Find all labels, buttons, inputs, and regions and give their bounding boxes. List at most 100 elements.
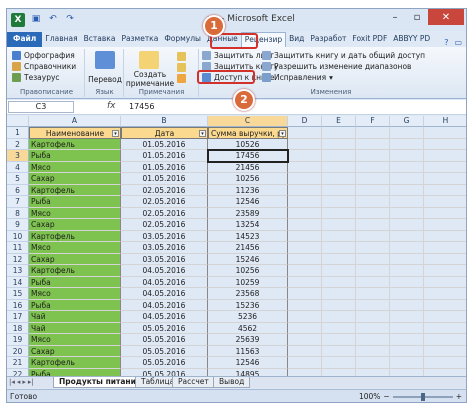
- sheet-tab-output[interactable]: Вывод: [213, 377, 251, 388]
- empty-cell[interactable]: [356, 127, 390, 139]
- empty-cell[interactable]: [356, 276, 390, 288]
- table-cell[interactable]: Рыба: [29, 276, 121, 288]
- formula-input[interactable]: 17456: [127, 101, 465, 113]
- table-cell[interactable]: Сахар: [29, 345, 121, 357]
- empty-cell[interactable]: [390, 265, 424, 277]
- tab-developer[interactable]: Разработ: [307, 32, 349, 47]
- empty-cell[interactable]: [322, 184, 356, 196]
- row-header-14[interactable]: 14: [7, 276, 29, 288]
- table-cell[interactable]: Чай: [29, 311, 121, 323]
- empty-cell[interactable]: [356, 230, 390, 242]
- row-header-18[interactable]: 18: [7, 322, 29, 334]
- empty-cell[interactable]: [288, 345, 322, 357]
- references-button[interactable]: Справочники: [12, 62, 76, 71]
- table-cell[interactable]: 01.05.2016: [121, 138, 208, 150]
- empty-cell[interactable]: [424, 208, 466, 219]
- translate-icon[interactable]: [95, 51, 115, 69]
- empty-cell[interactable]: [322, 219, 356, 231]
- table-cell[interactable]: Мясо: [29, 334, 121, 346]
- first-sheet-icon[interactable]: |◂: [9, 378, 15, 386]
- table-cell[interactable]: 10526: [208, 138, 288, 150]
- table-cell[interactable]: Картофель: [29, 184, 121, 196]
- empty-cell[interactable]: [288, 299, 322, 311]
- table-cell[interactable]: Мясо: [29, 242, 121, 254]
- table-cell[interactable]: 05.05.2016: [121, 357, 208, 369]
- empty-cell[interactable]: [322, 276, 356, 288]
- empty-cell[interactable]: [390, 322, 424, 334]
- table-cell[interactable]: Сахар: [29, 253, 121, 265]
- comment-nav-icon[interactable]: [177, 52, 186, 61]
- table-cell[interactable]: Картофель: [29, 357, 121, 369]
- empty-cell[interactable]: [424, 346, 466, 357]
- row-header-13[interactable]: 13: [7, 265, 29, 277]
- row-header-3[interactable]: 3: [7, 150, 29, 162]
- table-header-cell[interactable]: Наименование ▾: [29, 127, 121, 139]
- protect-share-button[interactable]: Защитить книгу и дать общий доступ: [262, 51, 425, 60]
- table-cell[interactable]: Мясо: [29, 161, 121, 173]
- empty-cell[interactable]: [424, 162, 466, 173]
- empty-cell[interactable]: [288, 173, 322, 185]
- empty-cell[interactable]: [390, 207, 424, 219]
- column-header-e[interactable]: E: [322, 116, 356, 127]
- table-cell[interactable]: 05.05.2016: [121, 322, 208, 334]
- empty-cell[interactable]: [288, 219, 322, 231]
- save-icon[interactable]: ▣: [30, 13, 42, 25]
- empty-cell[interactable]: [424, 288, 466, 300]
- row-header-1[interactable]: 1: [7, 127, 29, 139]
- empty-cell[interactable]: [288, 265, 322, 277]
- tab-insert[interactable]: Вставка: [81, 32, 119, 47]
- zoom-slider-thumb[interactable]: [420, 392, 425, 401]
- column-header-b[interactable]: B: [121, 116, 208, 127]
- table-cell[interactable]: 03.05.2016: [121, 242, 208, 254]
- table-cell[interactable]: 04.05.2016: [121, 288, 208, 300]
- table-cell[interactable]: 10259: [208, 276, 288, 288]
- comment-delete-icon[interactable]: [177, 74, 186, 83]
- table-cell[interactable]: Мясо: [29, 207, 121, 219]
- empty-cell[interactable]: [424, 311, 466, 323]
- empty-cell[interactable]: [390, 345, 424, 357]
- table-header-cell[interactable]: Дата ▾: [121, 127, 208, 139]
- empty-cell[interactable]: [424, 242, 466, 254]
- table-cell[interactable]: 11236: [208, 184, 288, 196]
- empty-cell[interactable]: [424, 173, 466, 185]
- table-cell[interactable]: 21456: [208, 161, 288, 173]
- empty-cell[interactable]: [424, 139, 466, 150]
- empty-cell[interactable]: [322, 161, 356, 173]
- table-cell[interactable]: 02.05.2016: [121, 219, 208, 231]
- empty-cell[interactable]: [356, 219, 390, 231]
- empty-cell[interactable]: [356, 207, 390, 219]
- track-changes-button[interactable]: Исправления ▾: [262, 73, 333, 82]
- next-sheet-icon[interactable]: ▸: [22, 378, 26, 386]
- table-header-cell[interactable]: Сумма выручки, ру ▾: [208, 127, 288, 139]
- table-cell[interactable]: 05.05.2016: [121, 334, 208, 346]
- empty-cell[interactable]: [322, 127, 356, 139]
- empty-cell[interactable]: [322, 242, 356, 254]
- table-cell[interactable]: Картофель: [29, 230, 121, 242]
- empty-cell[interactable]: [356, 322, 390, 334]
- table-cell[interactable]: Картофель: [29, 265, 121, 277]
- tab-foxit-pdf[interactable]: Foxit PDF: [349, 32, 390, 47]
- empty-cell[interactable]: [356, 184, 390, 196]
- row-header-15[interactable]: 15: [7, 288, 29, 300]
- empty-cell[interactable]: [356, 161, 390, 173]
- empty-cell[interactable]: [288, 242, 322, 254]
- table-cell[interactable]: 25639: [208, 334, 288, 346]
- ribbon-minimize-icon[interactable]: ▭: [454, 38, 462, 47]
- comment-show-icon[interactable]: [177, 63, 186, 72]
- row-header-12[interactable]: 12: [7, 253, 29, 265]
- table-cell[interactable]: 15246: [208, 253, 288, 265]
- row-header-19[interactable]: 19: [7, 334, 29, 346]
- empty-cell[interactable]: [356, 242, 390, 254]
- table-cell[interactable]: 13254: [208, 219, 288, 231]
- empty-cell[interactable]: [390, 150, 424, 162]
- row-header-9[interactable]: 9: [7, 219, 29, 231]
- empty-cell[interactable]: [356, 196, 390, 208]
- empty-cell[interactable]: [288, 161, 322, 173]
- row-header-6[interactable]: 6: [7, 184, 29, 196]
- empty-cell[interactable]: [390, 161, 424, 173]
- empty-cell[interactable]: [390, 299, 424, 311]
- empty-cell[interactable]: [288, 357, 322, 369]
- table-cell[interactable]: 10256: [208, 173, 288, 185]
- translate-button[interactable]: Перевод: [86, 75, 124, 84]
- empty-cell[interactable]: [390, 219, 424, 231]
